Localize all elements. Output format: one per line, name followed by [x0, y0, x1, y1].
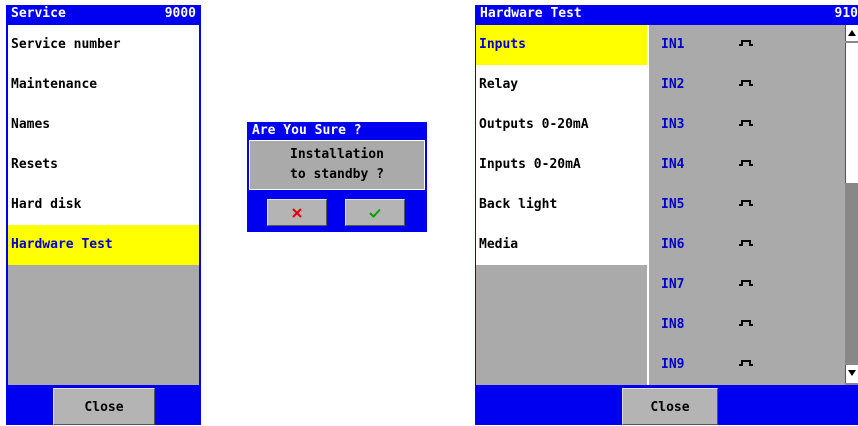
menu-item-label: Media [479, 237, 519, 252]
menu-item-label: Resets [11, 157, 58, 172]
menu-item-label: Back light [479, 197, 558, 212]
menu-item-media[interactable]: Media [476, 225, 647, 265]
pulse-icon [739, 80, 753, 86]
service-titlebar: Service 9000 [7, 5, 200, 23]
input-label: IN6 [661, 237, 685, 252]
menu-item-label: Inputs [479, 37, 526, 52]
menu-item-relay[interactable]: Relay [476, 65, 647, 105]
pulse-icon [739, 120, 753, 126]
service-close-button[interactable]: Close [53, 388, 155, 425]
menu-item-label: Inputs 0-20mA [479, 157, 581, 172]
hardware-code: 910 [834, 6, 858, 21]
input-label: IN7 [661, 277, 685, 292]
input-label: IN9 [661, 357, 685, 372]
menu-item-back-light[interactable]: Back light [476, 185, 647, 225]
inputs-list: IN1 IN2 IN3 IN4 IN5 IN6 IN7 IN8 IN9 [649, 25, 845, 385]
menu-item-label: Relay [479, 77, 519, 92]
confirm-button[interactable] [345, 199, 405, 226]
input-row-in2: IN2 [649, 65, 845, 105]
menu-item-service-number[interactable]: Service number [8, 25, 199, 65]
check-icon [369, 208, 381, 218]
pulse-icon [739, 200, 753, 206]
dialog-titlebar: Are You Sure ? [248, 122, 426, 139]
input-row-in6: IN6 [649, 225, 845, 265]
input-row-in5: IN5 [649, 185, 845, 225]
input-label: IN3 [661, 117, 685, 132]
hardware-close-button[interactable]: Close [622, 388, 718, 425]
close-label: Close [84, 400, 124, 415]
menu-item-maintenance[interactable]: Maintenance [8, 65, 199, 105]
dialog-message-line1: Installation [290, 147, 384, 162]
input-label: IN8 [661, 317, 685, 332]
x-icon [292, 207, 302, 218]
service-title: Service [11, 6, 66, 21]
menu-item-label: Outputs 0-20mA [479, 117, 589, 132]
arrow-down-icon [848, 369, 856, 376]
pulse-icon [739, 280, 753, 286]
input-row-in1: IN1 [649, 25, 845, 65]
hardware-title: Hardware Test [480, 6, 582, 21]
pulse-icon [739, 160, 753, 166]
menu-item-label: Maintenance [11, 77, 98, 92]
input-label: IN1 [661, 37, 685, 52]
arrow-up-icon [848, 29, 856, 36]
menu-item-hardware-test[interactable]: Hardware Test [8, 225, 199, 265]
hardware-titlebar: Hardware Test 910 [476, 5, 858, 23]
input-row-in8: IN8 [649, 305, 845, 345]
scroll-up-button[interactable] [845, 25, 858, 41]
input-row-in3: IN3 [649, 105, 845, 145]
pulse-icon [739, 320, 753, 326]
menu-item-inputs[interactable]: Inputs [476, 25, 647, 65]
scroll-thumb[interactable] [845, 43, 858, 183]
menu-item-label: Hardware Test [11, 237, 113, 252]
input-label: IN2 [661, 77, 685, 92]
scrollbar[interactable] [845, 25, 858, 385]
close-label: Close [650, 400, 690, 415]
menu-item-names[interactable]: Names [8, 105, 199, 145]
menu-item-label: Hard disk [11, 197, 82, 212]
menu-item-hard-disk[interactable]: Hard disk [8, 185, 199, 225]
service-code: 9000 [164, 6, 196, 21]
menu-item-label: Service number [11, 37, 121, 52]
dialog-message-box: Installation to standby ? [249, 140, 425, 190]
hardware-menu: Inputs Relay Outputs 0-20mA Inputs 0-20m… [476, 25, 647, 385]
menu-item-outputs-0-20ma[interactable]: Outputs 0-20mA [476, 105, 647, 145]
scroll-down-button[interactable] [845, 365, 858, 383]
input-label: IN5 [661, 197, 685, 212]
input-row-in4: IN4 [649, 145, 845, 185]
pulse-icon [739, 360, 753, 366]
dialog-message-line2: to standby ? [290, 167, 384, 182]
cancel-button[interactable] [267, 199, 327, 226]
input-row-in7: IN7 [649, 265, 845, 305]
menu-item-inputs-0-20ma[interactable]: Inputs 0-20mA [476, 145, 647, 185]
service-menu: Service number Maintenance Names Resets … [8, 25, 199, 385]
input-label: IN4 [661, 157, 685, 172]
pulse-icon [739, 40, 753, 46]
menu-item-label: Names [11, 117, 51, 132]
menu-item-resets[interactable]: Resets [8, 145, 199, 185]
input-row-in9: IN9 [649, 345, 845, 385]
pulse-icon [739, 240, 753, 246]
dialog-title: Are You Sure ? [252, 123, 362, 138]
